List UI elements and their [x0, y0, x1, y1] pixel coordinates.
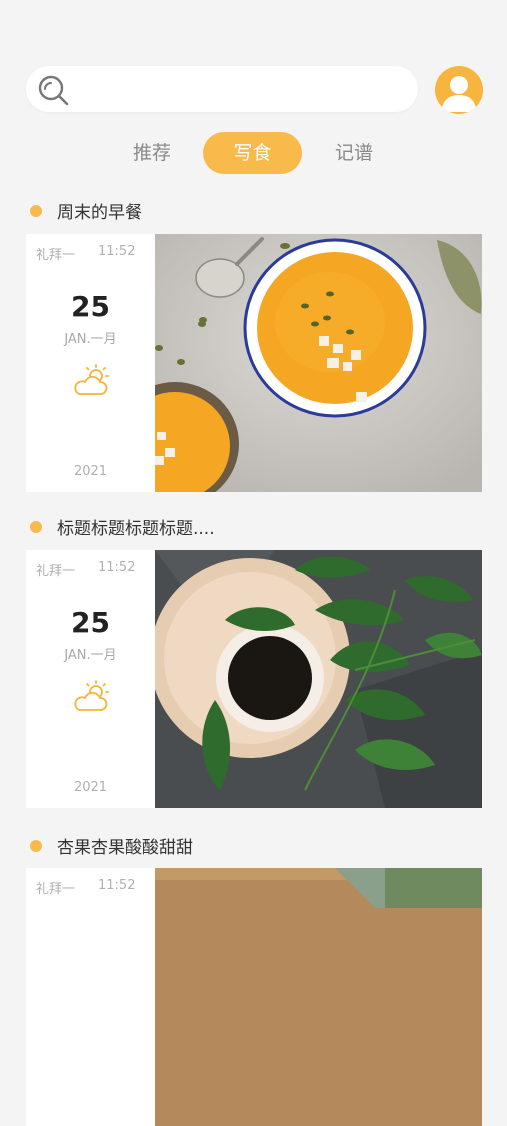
date-panel: 礼拜一 11:52	[26, 868, 155, 1126]
post-title[interactable]: 标题标题标题标题....	[30, 515, 215, 543]
user-icon	[441, 76, 477, 112]
weekday: 礼拜一	[36, 564, 76, 579]
post-title-text: 杏果杏果酸酸甜甜	[57, 838, 193, 858]
tab-recipe[interactable]: 记谱	[322, 132, 386, 174]
weekday: 礼拜一	[36, 882, 76, 897]
month: JAN.一月	[64, 332, 117, 347]
bullet-dot	[30, 521, 42, 533]
date-panel: 礼拜一 11:52 25 JAN.一月 2021	[26, 234, 155, 492]
time: 11:52	[98, 878, 136, 893]
time: 11:52	[98, 560, 136, 575]
bullet-dot	[30, 205, 42, 217]
day-number: 25	[71, 290, 110, 323]
search-bar[interactable]	[26, 66, 418, 112]
wood-table-photo	[155, 868, 482, 1126]
date-panel: 礼拜一 11:52 25 JAN.一月 2021	[26, 550, 155, 808]
post-title-text: 周末的早餐	[57, 203, 142, 223]
post-card[interactable]: 礼拜一 11:52 25 JAN.一月 2021	[26, 550, 482, 808]
avatar[interactable]	[435, 66, 483, 114]
post-card[interactable]: 礼拜一 11:52	[26, 868, 482, 1126]
bullet-dot	[30, 840, 42, 852]
sunny-cloud-icon	[74, 680, 109, 711]
search-input[interactable]	[82, 74, 406, 106]
pumpkin-soup-photo	[155, 234, 482, 492]
year: 2021	[73, 780, 108, 795]
year: 2021	[73, 464, 108, 479]
post-title[interactable]: 周末的早餐	[30, 199, 142, 227]
time: 11:52	[98, 244, 136, 259]
weekday: 礼拜一	[36, 248, 76, 263]
search-icon	[38, 75, 69, 106]
tab-write-food[interactable]: 写食	[203, 132, 302, 174]
tab-recommend[interactable]: 推荐	[120, 132, 184, 174]
category-tabs: 推荐 写食 记谱	[0, 132, 507, 174]
coffee-plant-photo	[155, 550, 482, 808]
day-number: 25	[71, 606, 110, 639]
post-card[interactable]: 礼拜一 11:52 25 JAN.一月 2021	[26, 234, 482, 492]
post-title-text: 标题标题标题标题....	[57, 519, 215, 539]
sunny-cloud-icon	[74, 364, 109, 395]
month: JAN.一月	[64, 648, 117, 663]
post-title[interactable]: 杏果杏果酸酸甜甜	[30, 834, 193, 862]
